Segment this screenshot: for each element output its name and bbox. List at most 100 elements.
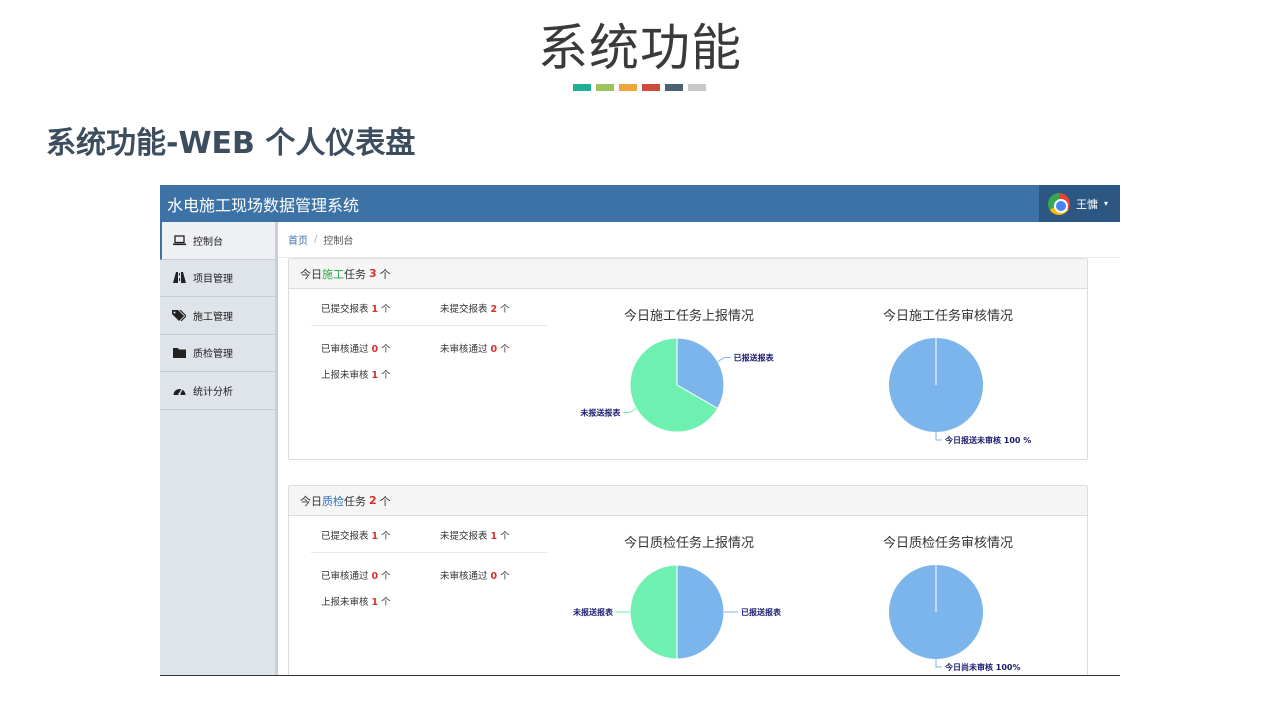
tags-icon	[172, 309, 186, 321]
stat-not-approved: 未审核通过 0 个	[440, 341, 510, 355]
avatar[interactable]	[1048, 192, 1070, 215]
stat-label: 上报未审核	[321, 370, 369, 381]
stat-value: 1	[371, 531, 379, 542]
quality-task-panel: 今日 质检 任务 2 个 已提交报表 1 个 未提交报表 1 个 已审核通过 0 个 未审核通过 0 个…	[288, 485, 1088, 675]
stat-label: 未提交报表	[440, 531, 488, 542]
stat-label: 已提交报表	[321, 304, 369, 315]
app-window: 水电施工现场数据管理系统 王慵 ▾ 控制台 项目管理 施工管理 质检管理 统计分…	[160, 185, 1120, 676]
stat-value: 0	[490, 571, 498, 582]
construction-task-panel: 今日 施工 任务 3 个 已提交报表 1 个 未提交报表 2 个 已审核通过 0 个 未审核通过 0 个…	[288, 258, 1088, 460]
pie-slice-label: 未报送报表	[579, 408, 621, 418]
stat-divider	[311, 325, 547, 326]
stat-unit: 个	[381, 531, 391, 542]
pie-slice-label: 未报送报表	[572, 607, 614, 617]
chart-title: 今日质检任务审核情况	[882, 536, 1013, 551]
stat-divider	[311, 552, 547, 553]
sidebar-item-statistics[interactable]: 统计分析	[160, 372, 275, 410]
pie-slice-label: 已报送报表	[741, 607, 782, 617]
sidebar-item-label: 统计分析	[193, 386, 233, 398]
panel-heading: 今日 施工 任务 3 个	[289, 259, 1087, 289]
main-content: 首页 / 控制台 今日 施工 任务 3 个 已提交报表 1 个 未提交报表 2 个 已审核通过 0…	[278, 222, 1120, 675]
stat-label: 已提交报表	[321, 531, 369, 542]
color-swatch	[642, 84, 660, 91]
pie-slice[interactable]	[676, 564, 725, 660]
construction-review-pie-chart: 今日报送未审核 100 %	[889, 338, 1031, 445]
task-count-unit: 个	[379, 267, 391, 281]
sidebar-item-projects[interactable]: 项目管理	[160, 260, 275, 297]
panel-body: 已提交报表 1 个 未提交报表 2 个 已审核通过 0 个 未审核通过 0 个 上报未审核 1 个 …	[289, 289, 1087, 459]
stat-label: 上报未审核	[321, 597, 369, 608]
road-icon	[172, 272, 186, 284]
stat-unit: 个	[381, 370, 391, 381]
stat-label: 已审核通过	[321, 344, 369, 355]
stat-value: 1	[490, 531, 498, 542]
sidebar-item-label: 控制台	[193, 236, 223, 248]
stat-label: 未审核通过	[440, 571, 488, 582]
stat-unit: 个	[500, 304, 510, 315]
pie-label-connector	[623, 408, 637, 413]
color-swatch	[573, 84, 591, 91]
breadcrumb-home-link[interactable]: 首页	[288, 232, 308, 247]
sidebar-item-label: 施工管理	[193, 311, 233, 323]
sidebar-item-label: 质检管理	[193, 349, 233, 361]
construction-report-pie-chart: 已报送报表未报送报表	[579, 337, 775, 433]
pie-label-connector	[935, 432, 942, 441]
dashboard-icon	[172, 385, 186, 396]
stat-submitted: 已提交报表 1 个	[321, 528, 391, 542]
stat-value: 1	[371, 597, 379, 608]
stat-unit: 个	[500, 531, 510, 542]
stat-unit: 个	[381, 571, 391, 582]
sidebar-item-dashboard[interactable]: 控制台	[160, 222, 275, 260]
stat-not-submitted: 未提交报表 1 个	[440, 528, 510, 542]
stat-unit: 个	[500, 344, 510, 355]
sidebar-item-quality[interactable]: 质检管理	[160, 335, 275, 372]
stat-value: 0	[371, 571, 379, 582]
stat-pending-review: 上报未审核 1 个	[321, 594, 391, 608]
pie-slice-label: 已报送报表	[734, 353, 775, 363]
chart-title: 今日施工任务上报情况	[623, 309, 754, 324]
sidebar-item-construction[interactable]: 施工管理	[160, 297, 275, 335]
slide-subtitle: 系统功能-WEB 个人仪表盘	[46, 126, 416, 161]
task-count: 2	[369, 494, 377, 507]
stat-not-submitted: 未提交报表 2 个	[440, 301, 510, 315]
user-menu[interactable]: 王慵 ▾	[1039, 185, 1120, 222]
pie-label-connector	[935, 659, 942, 668]
panel-heading: 今日 质检 任务 2 个	[289, 486, 1087, 516]
stat-unit: 个	[381, 597, 391, 608]
breadcrumb-current: 控制台	[323, 236, 354, 247]
color-swatch	[596, 84, 614, 91]
stat-value: 0	[490, 344, 498, 355]
user-name[interactable]: 王慵	[1076, 196, 1098, 212]
stat-approved: 已审核通过 0 个	[321, 568, 391, 582]
color-bar	[573, 84, 706, 91]
stat-not-approved: 未审核通过 0 个	[440, 568, 510, 582]
panel-body: 已提交报表 1 个 未提交报表 1 个 已审核通过 0 个 未审核通过 0 个 上报未审核 1 个 …	[289, 516, 1087, 675]
breadcrumb: 首页 / 控制台	[278, 222, 1120, 258]
stat-label: 未审核通过	[440, 344, 488, 355]
stat-label: 已审核通过	[321, 571, 369, 582]
stat-approved: 已审核通过 0 个	[321, 341, 391, 355]
chevron-down-icon[interactable]: ▾	[1104, 199, 1108, 208]
heading-suffix: 任务	[344, 494, 366, 508]
pie-slice-label: 今日报送未审核 100 %	[944, 435, 1031, 445]
heading-keyword: 质检	[322, 494, 344, 508]
breadcrumb-separator: /	[314, 234, 318, 245]
stat-unit: 个	[381, 304, 391, 315]
laptop-icon	[172, 235, 186, 246]
heading-suffix: 任务	[344, 267, 366, 281]
app-title: 水电施工现场数据管理系统	[167, 195, 360, 215]
quality-report-pie-chart: 已报送报表 未报送报表	[572, 564, 782, 660]
pie-slice[interactable]	[629, 564, 678, 660]
task-count: 3	[369, 267, 377, 280]
pie-slice-label: 今日尚未审核 100%	[944, 662, 1021, 672]
stat-label: 未提交报表	[440, 304, 488, 315]
stat-pending-review: 上报未审核 1 个	[321, 367, 391, 381]
pie-label-connector	[717, 357, 731, 362]
heading-prefix: 今日	[300, 494, 322, 508]
heading-prefix: 今日	[300, 267, 322, 281]
sidebar-item-label: 项目管理	[193, 274, 233, 286]
folder-icon	[172, 347, 186, 359]
color-swatch	[619, 84, 637, 91]
stat-submitted: 已提交报表 1 个	[321, 301, 391, 315]
heading-keyword: 施工	[322, 267, 344, 281]
